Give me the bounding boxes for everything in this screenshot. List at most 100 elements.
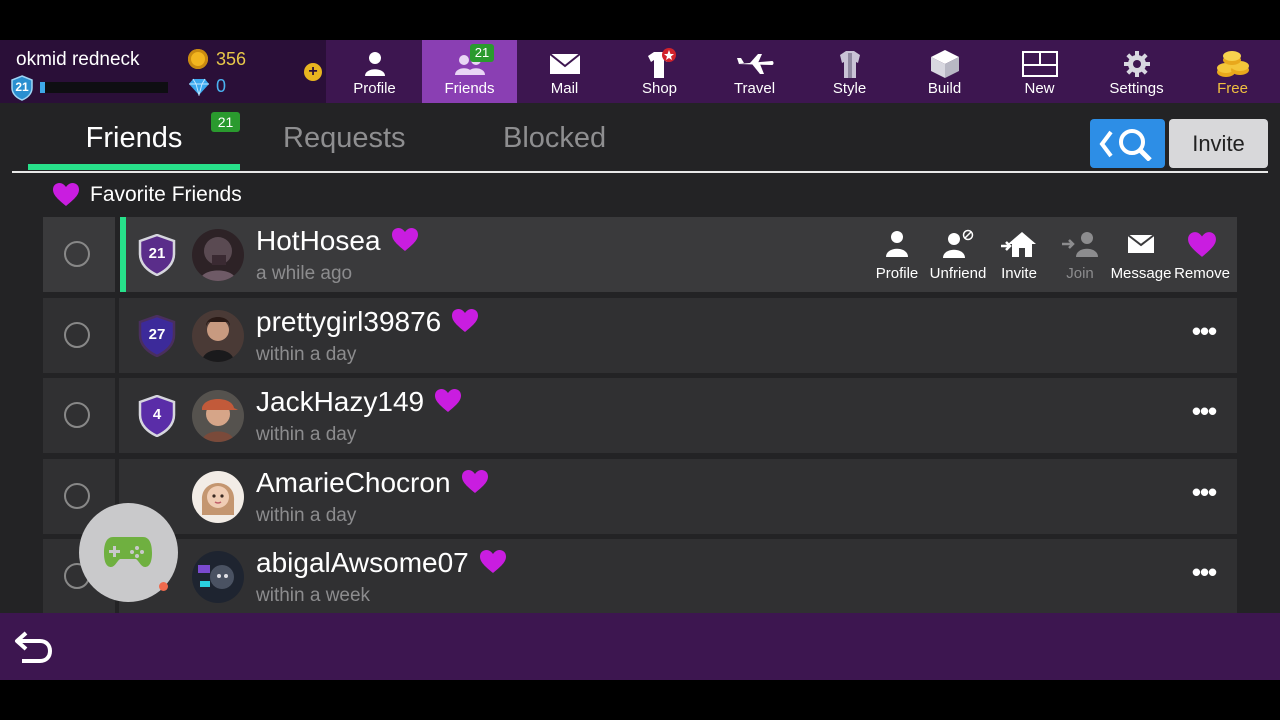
friend-name: HotHosea xyxy=(256,225,419,257)
subtab-friends[interactable]: Friends xyxy=(28,122,240,160)
select-radio[interactable] xyxy=(64,483,90,509)
xp-progress-fill xyxy=(40,82,46,93)
heart-icon xyxy=(452,309,479,333)
envelope-icon xyxy=(1110,227,1172,261)
profile-action-button[interactable]: Profile xyxy=(866,227,928,287)
last-online: a while ago xyxy=(256,263,353,284)
header-divider xyxy=(12,171,1268,173)
back-button[interactable] xyxy=(14,629,54,665)
tab-profile[interactable]: Profile xyxy=(327,40,422,103)
friend-row[interactable]: abigalAwsome07 within a week ••• xyxy=(43,539,1237,614)
friend-row[interactable]: 21 HotHosea a while ago Profile Unfriend… xyxy=(43,217,1237,292)
xp-progress-bar xyxy=(40,82,168,93)
select-radio[interactable] xyxy=(64,322,90,348)
friend-row[interactable]: 4 JackHazy149 within a day ••• xyxy=(43,378,1237,453)
search-icon xyxy=(1099,129,1152,161)
envelope-icon xyxy=(517,48,612,80)
person-icon xyxy=(327,48,422,80)
tab-style[interactable]: Style xyxy=(802,40,897,103)
level-shield-icon: 21 xyxy=(138,234,176,276)
more-options-button[interactable]: ••• xyxy=(1189,318,1219,349)
notification-dot xyxy=(159,582,168,591)
join-icon xyxy=(1049,227,1111,261)
join-action-button[interactable]: Join xyxy=(1049,227,1111,287)
active-tab-underline xyxy=(28,164,240,170)
gamepad-icon xyxy=(104,537,152,567)
game-overlay-button[interactable] xyxy=(79,503,178,602)
remove-favorite-button[interactable]: Remove xyxy=(1171,227,1233,287)
tab-friends[interactable]: 21 Friends xyxy=(422,40,517,103)
person-icon xyxy=(866,227,928,261)
message-action-button[interactable]: Message xyxy=(1110,227,1172,287)
friend-level: 27 xyxy=(148,326,166,343)
app-window: okmid redneck 21 356 0 + Profile 21 Frie… xyxy=(0,40,1280,680)
avatar[interactable] xyxy=(192,229,244,281)
last-online: within a day xyxy=(256,344,357,365)
new-layout-icon xyxy=(992,48,1087,80)
favorites-label: Favorite Friends xyxy=(90,183,242,206)
heart-icon xyxy=(461,470,488,494)
currency-box: 356 0 + xyxy=(178,40,326,103)
gear-icon xyxy=(1089,48,1184,80)
friend-name: prettygirl39876 xyxy=(256,306,479,338)
back-arrow-icon xyxy=(15,631,53,663)
more-options-button[interactable]: ••• xyxy=(1189,559,1219,590)
friend-name: JackHazy149 xyxy=(256,386,462,418)
level-shield-icon: 27 xyxy=(138,315,176,357)
tab-travel[interactable]: Travel xyxy=(707,40,802,103)
avatar[interactable] xyxy=(192,310,244,362)
tab-build[interactable]: Build xyxy=(897,40,992,103)
last-online: within a day xyxy=(256,424,357,445)
friend-name: AmarieChocron xyxy=(256,467,489,499)
friend-level: 21 xyxy=(148,245,166,262)
avatar[interactable] xyxy=(192,390,244,442)
tab-new[interactable]: New xyxy=(992,40,1087,103)
more-options-button[interactable]: ••• xyxy=(1189,479,1219,510)
coin-icon xyxy=(188,49,208,69)
tab-settings[interactable]: Settings xyxy=(1089,40,1184,103)
gem-count: 0 xyxy=(216,76,227,96)
tab-free[interactable]: Free xyxy=(1185,40,1280,103)
tab-shop[interactable]: Shop xyxy=(612,40,707,103)
avatar[interactable] xyxy=(192,551,244,603)
level-shield-icon: 21 xyxy=(10,75,34,101)
friend-row[interactable]: AmarieChocron within a day ••• xyxy=(43,459,1237,534)
shop-icon xyxy=(612,48,707,80)
coin-count: 356 xyxy=(216,49,247,69)
top-nav-bar: okmid redneck 21 356 0 + Profile 21 Frie… xyxy=(0,40,1280,103)
unfriend-action-button[interactable]: Unfriend xyxy=(927,227,989,287)
invite-button[interactable]: Invite xyxy=(1169,119,1268,168)
subtab-requests[interactable]: Requests xyxy=(283,122,406,160)
subtab-blocked[interactable]: Blocked xyxy=(503,122,606,160)
bottom-bar xyxy=(0,613,1280,680)
selection-indicator xyxy=(120,217,126,292)
level-number: 21 xyxy=(15,80,29,94)
clothes-icon xyxy=(802,48,897,80)
unfriend-icon xyxy=(927,227,989,261)
search-button[interactable] xyxy=(1090,119,1165,168)
heart-icon xyxy=(1171,227,1233,261)
cube-icon xyxy=(897,48,992,80)
tab-mail[interactable]: Mail xyxy=(517,40,612,103)
select-radio[interactable] xyxy=(64,241,90,267)
friend-level: 4 xyxy=(152,406,162,423)
user-box[interactable]: okmid redneck 21 xyxy=(0,40,178,103)
last-online: within a week xyxy=(256,585,371,606)
avatar[interactable] xyxy=(192,471,244,523)
add-currency-button[interactable]: + xyxy=(304,63,322,81)
friends-count-badge: 21 xyxy=(211,112,240,132)
username: okmid redneck xyxy=(16,49,140,70)
more-options-button[interactable]: ••• xyxy=(1189,398,1219,429)
heart-icon xyxy=(435,389,462,413)
heart-icon xyxy=(391,228,418,252)
friend-row[interactable]: 27 prettygirl39876 within a day ••• xyxy=(43,298,1237,373)
friend-name: abigalAwsome07 xyxy=(256,547,507,579)
house-invite-icon xyxy=(988,227,1050,261)
level-shield-icon: 4 xyxy=(138,395,176,437)
invite-action-button[interactable]: Invite xyxy=(988,227,1050,287)
diamond-icon xyxy=(188,78,210,97)
heart-icon xyxy=(479,550,506,574)
airplane-icon xyxy=(707,48,802,80)
select-radio[interactable] xyxy=(64,402,90,428)
heart-icon xyxy=(53,183,79,206)
